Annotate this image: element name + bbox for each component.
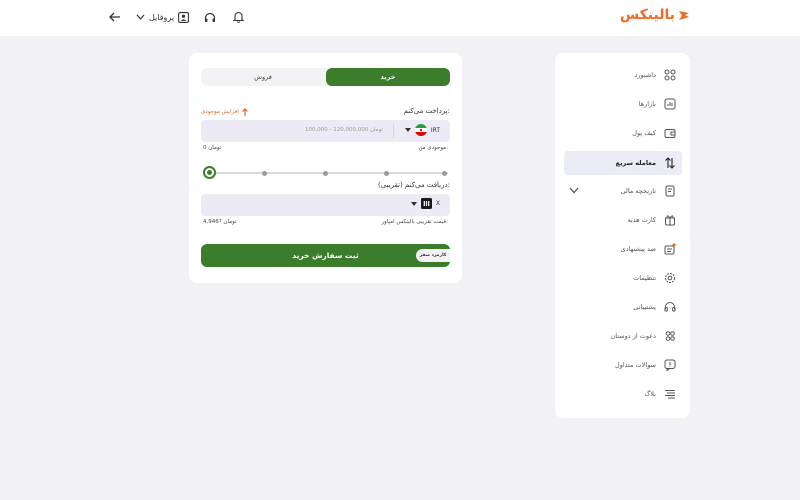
sidebar-item-label: کیف پول — [632, 129, 656, 137]
quick-trade-card: فروش خرید پرداخت می‌کنم: افزایش موجودی 1… — [189, 53, 462, 283]
markets-icon — [664, 98, 676, 110]
increase-balance-link[interactable]: افزایش موجودی — [201, 108, 248, 116]
boost-label: افزایش موجودی — [201, 109, 239, 115]
logout-arrow-icon[interactable] — [108, 10, 122, 24]
submit-buy-button[interactable]: ثبت سفارش خرید کارمزد صفر — [201, 244, 450, 267]
slider-step[interactable] — [323, 170, 328, 176]
pay-currency-code: IRT — [430, 126, 440, 134]
faq-icon — [664, 359, 676, 371]
wallet-icon — [664, 129, 676, 138]
brand-logo[interactable]: بالینکس — [620, 7, 690, 23]
sidebar-item-label: بلاگ — [644, 390, 656, 398]
price-value: 4,946? تومان — [203, 219, 237, 225]
chevron-down-icon — [404, 128, 411, 132]
sidebar: داشبورد بازارها کیف پول معامله سریع تاری… — [555, 53, 690, 418]
slider-track — [208, 172, 448, 174]
profile-menu[interactable]: پروفایل — [136, 11, 190, 23]
pay-label: پرداخت می‌کنم: — [403, 107, 450, 115]
chevron-down-icon — [136, 14, 145, 20]
slider-handle[interactable] — [203, 166, 216, 179]
field-divider — [393, 124, 394, 138]
sidebar-item-settings[interactable]: تنظیمات — [562, 267, 682, 289]
pay-amount-field[interactable]: 100,000 - 120,000,000 تومان IRT — [201, 120, 450, 142]
sidebar-item-offers[interactable]: صد پیشنهادی — [562, 238, 682, 260]
sidebar-item-label: دعوت از دوستان — [610, 332, 656, 340]
receive-currency-code: X — [435, 200, 440, 207]
dashboard-icon — [664, 69, 676, 81]
balance-label: موجودی من: — [418, 145, 448, 151]
amount-slider[interactable] — [203, 166, 448, 180]
header-actions: پروفایل — [108, 10, 245, 24]
sidebar-item-label: داشبورد — [634, 71, 657, 79]
brand-mark-icon — [679, 10, 689, 20]
price-label: قیمت تقریبی بالینکس امپاور: — [381, 219, 448, 225]
sidebar-item-label: بازارها — [638, 100, 656, 108]
tab-buy[interactable]: خرید — [326, 68, 450, 86]
sidebar-item-label: تنظیمات — [633, 274, 656, 282]
receive-currency-select[interactable]: X — [410, 198, 440, 209]
sidebar-item-invite[interactable]: دعوت از دوستان — [562, 325, 682, 347]
sidebar-item-wallet[interactable]: کیف پول — [562, 122, 682, 144]
top-bar: بالینکس پروفایل — [0, 0, 800, 36]
sidebar-item-quick-trade[interactable]: معامله سریع — [564, 151, 682, 175]
swap-icon — [665, 157, 675, 169]
sidebar-item-gift-card[interactable]: کارت هدیه — [562, 209, 682, 231]
sidebar-item-blog[interactable]: بلاگ — [562, 383, 682, 405]
pay-amount-placeholder: 100,000 - 120,000,000 تومان — [305, 127, 384, 133]
sidebar-item-faq[interactable]: سوالات متداول — [562, 354, 682, 376]
slider-step[interactable] — [384, 170, 389, 176]
gift-card-icon — [665, 215, 675, 226]
up-arrow-icon — [241, 108, 248, 116]
sidebar-item-dashboard[interactable]: داشبورد — [562, 64, 682, 86]
submit-label: ثبت سفارش خرید — [292, 251, 359, 260]
receive-amount-field[interactable]: X — [201, 194, 450, 216]
sidebar-item-markets[interactable]: بازارها — [562, 93, 682, 115]
sidebar-item-label: صد پیشنهادی — [620, 245, 657, 253]
receive-label: دریافت می‌کنم (تقریبی): — [377, 181, 450, 189]
invite-icon — [665, 331, 675, 341]
brand-name: بالینکس — [619, 7, 675, 23]
headphones-icon[interactable] — [203, 10, 217, 24]
blog-icon — [665, 390, 675, 399]
iran-flag-icon — [414, 124, 427, 136]
slider-step[interactable] — [262, 170, 267, 176]
chevron-down-icon — [410, 201, 417, 206]
bell-icon[interactable] — [231, 10, 245, 24]
support-icon — [664, 302, 676, 312]
trade-tabs: فروش خرید — [201, 68, 450, 86]
sidebar-item-support[interactable]: پشتیبانی — [562, 296, 682, 318]
sidebar-item-history[interactable]: تاریخچه مالی — [562, 180, 682, 202]
settings-icon — [665, 273, 675, 283]
sidebar-item-label: پشتیبانی — [633, 303, 656, 311]
sidebar-item-label: سوالات متداول — [614, 361, 656, 369]
sidebar-item-label: کارت هدیه — [627, 216, 656, 224]
balance-value: 0 تومان — [203, 145, 222, 151]
profile-icon — [178, 11, 190, 23]
zero-fee-badge: کارمزد صفر — [416, 249, 450, 262]
history-icon — [665, 185, 675, 197]
tab-sell[interactable]: فروش — [201, 68, 325, 86]
sidebar-item-label: تاریخچه مالی — [620, 187, 656, 195]
profile-label: پروفایل — [149, 12, 175, 22]
coin-icon — [420, 198, 432, 209]
slider-step[interactable] — [442, 170, 447, 176]
pay-currency-select[interactable]: IRT — [404, 124, 440, 136]
offer-icon — [664, 243, 676, 255]
sidebar-item-label: معامله سریع — [615, 159, 656, 167]
